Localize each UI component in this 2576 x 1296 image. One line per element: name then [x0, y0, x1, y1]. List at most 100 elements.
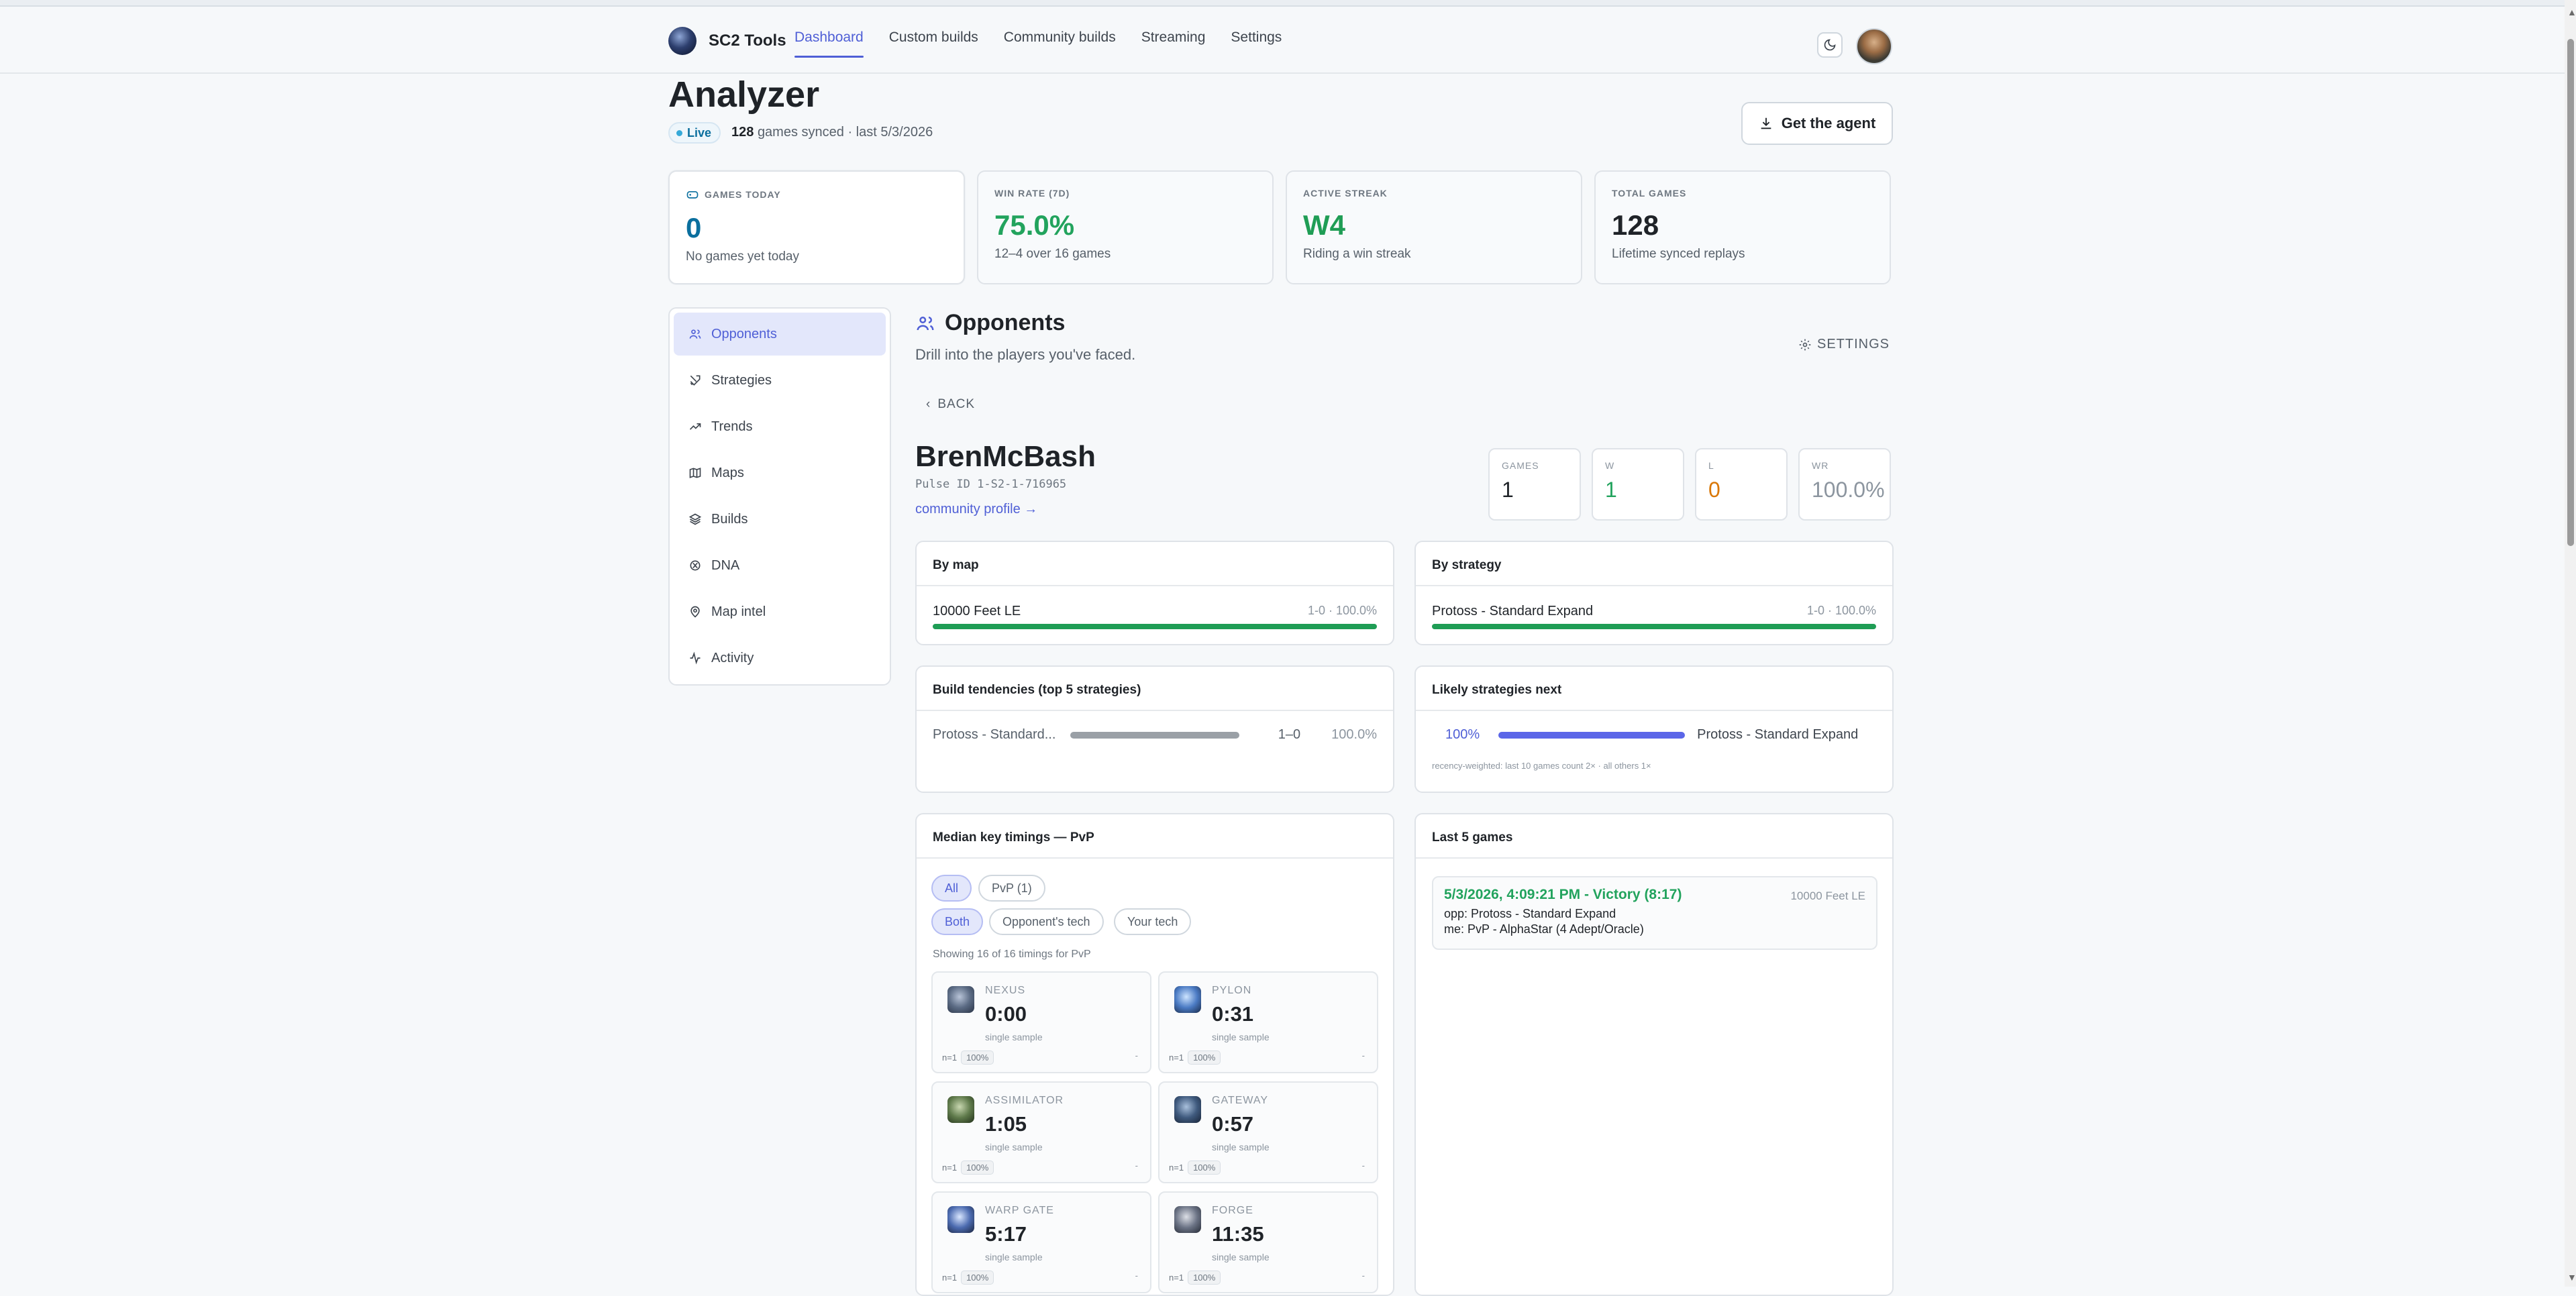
- users-icon: [917, 316, 934, 330]
- timing-name: ASSIMILATOR: [985, 1095, 1064, 1106]
- pulse-id: Pulse ID 1-S2-1-716965: [915, 478, 1067, 491]
- stat-value: 100.0%: [1812, 478, 1885, 502]
- sidebar-item-dna[interactable]: DNA: [674, 544, 886, 587]
- nav-dashboard[interactable]: Dashboard: [794, 30, 864, 58]
- kpi-label: WIN RATE (7D): [994, 188, 1070, 199]
- warp-gate-icon: [947, 1206, 974, 1233]
- timing-sample: single sample: [985, 1032, 1043, 1042]
- stat-label: W: [1605, 460, 1615, 471]
- analyzer-sidebar: Opponents Strategies Trends Maps Builds …: [668, 307, 891, 686]
- timing-tile[interactable]: FORGE 11:35 single sample n=1 100% -: [1158, 1191, 1378, 1293]
- timing-value: 5:17: [985, 1222, 1027, 1246]
- kpi-value: 128: [1612, 209, 1659, 241]
- nav-streaming[interactable]: Streaming: [1141, 30, 1206, 58]
- back-label: BACK: [937, 397, 976, 411]
- tendency-name: Protoss - Standard...: [933, 727, 1056, 742]
- chevron-left-icon: ‹: [926, 397, 931, 411]
- timing-n: n=1: [942, 1052, 958, 1063]
- timing-trend: -: [1361, 1160, 1365, 1171]
- sidebar-item-label: Strategies: [711, 372, 772, 388]
- filter-pvp[interactable]: PvP (1): [978, 875, 1045, 902]
- strategy-name: Protoss - Standard Expand: [1432, 604, 1594, 618]
- stat-value: 1: [1605, 478, 1617, 502]
- timing-tile[interactable]: WARP GATE 5:17 single sample n=1 100% -: [931, 1191, 1151, 1293]
- by-map-row[interactable]: 10000 Feet LE 1-0 · 100.0%: [933, 604, 1377, 619]
- timing-footer: n=1 100%: [942, 1050, 994, 1065]
- nav-community-builds[interactable]: Community builds: [1004, 30, 1116, 58]
- sidebar-item-activity[interactable]: Activity: [674, 637, 886, 680]
- timing-tile[interactable]: PYLON 0:31 single sample n=1 100% -: [1158, 971, 1378, 1073]
- sync-status: 128 games synced · last 5/3/2026: [731, 125, 933, 140]
- timing-tile[interactable]: ASSIMILATOR 1:05 single sample n=1 100% -: [931, 1081, 1151, 1183]
- timing-value: 0:31: [1212, 1002, 1254, 1026]
- nav-settings[interactable]: Settings: [1231, 30, 1282, 58]
- section-title-text: Opponents: [945, 310, 1066, 335]
- users-icon: [689, 329, 701, 339]
- filter-opponent-tech[interactable]: Opponent's tech: [989, 908, 1104, 935]
- timing-tile[interactable]: GATEWAY 0:57 single sample n=1 100% -: [1158, 1081, 1378, 1183]
- stat-label: L: [1708, 460, 1714, 471]
- stat-games: GAMES 1: [1488, 448, 1581, 521]
- stat-win-rate: WR 100.0%: [1798, 448, 1891, 521]
- timing-value: 11:35: [1212, 1222, 1264, 1246]
- nexus-icon: [947, 986, 974, 1013]
- filter-both[interactable]: Both: [931, 908, 984, 935]
- back-button[interactable]: ‹ BACK: [926, 397, 975, 412]
- card-title: Likely strategies next: [1416, 667, 1892, 711]
- by-strategy-row[interactable]: Protoss - Standard Expand 1-0 · 100.0%: [1432, 604, 1876, 619]
- timing-name: PYLON: [1212, 985, 1252, 996]
- timing-footer: n=1 100%: [1169, 1160, 1221, 1175]
- nav-custom-builds[interactable]: Custom builds: [889, 30, 978, 58]
- filter-all[interactable]: All: [931, 875, 972, 902]
- kpi-games-today: GAMES TODAY 0 No games yet today: [668, 170, 965, 284]
- scrollbar-thumb[interactable]: [2567, 39, 2574, 546]
- card-title: Median key timings — PvP: [917, 814, 1393, 859]
- activity-icon: [690, 651, 701, 665]
- section-subtitle: Drill into the players you've faced.: [915, 346, 1136, 363]
- game-map: 10000 Feet LE: [1790, 889, 1865, 902]
- tendency-row[interactable]: Protoss - Standard... 1–0 100.0%: [933, 727, 1377, 743]
- sidebar-item-builds[interactable]: Builds: [674, 498, 886, 541]
- timing-tile[interactable]: NEXUS 0:00 single sample n=1 100% -: [931, 971, 1151, 1073]
- map-icon: [689, 468, 701, 478]
- by-map-card: By map 10000 Feet LE 1-0 · 100.0%: [915, 541, 1394, 645]
- theme-toggle-button[interactable]: [1817, 32, 1843, 58]
- card-title: By strategy: [1416, 542, 1892, 586]
- sidebar-item-trends[interactable]: Trends: [674, 405, 886, 448]
- scroll-down-icon[interactable]: ▼: [2567, 1272, 2576, 1283]
- strategy-record: 1-0 · 100.0%: [1806, 604, 1876, 617]
- likely-name: Protoss - Standard Expand: [1697, 727, 1859, 742]
- stat-value: 1: [1502, 478, 1514, 502]
- download-icon: [1761, 117, 1771, 129]
- stat-value: 0: [1708, 478, 1720, 502]
- sidebar-item-strategies[interactable]: Strategies: [674, 359, 886, 402]
- sidebar-item-opponents[interactable]: Opponents: [674, 313, 886, 356]
- gateway-icon: [1174, 1096, 1201, 1123]
- brand[interactable]: SC2 Tools: [668, 27, 786, 55]
- get-agent-label: Get the agent: [1781, 115, 1876, 131]
- timing-pct: 100%: [961, 1271, 994, 1285]
- sidebar-item-maps[interactable]: Maps: [674, 451, 886, 494]
- sidebar-item-map-intel[interactable]: Map intel: [674, 590, 886, 633]
- page-title: Analyzer: [668, 74, 820, 115]
- build-tendencies-card: Build tendencies (top 5 strategies) Prot…: [915, 665, 1394, 793]
- kpi-active-streak: ACTIVE STREAK W4 Riding a win streak: [1286, 170, 1582, 284]
- user-avatar[interactable]: [1856, 28, 1892, 64]
- timing-pct: 100%: [1188, 1160, 1221, 1175]
- last-games-card: Last 5 games 5/3/2026, 4:09:21 PM - Vict…: [1414, 813, 1894, 1296]
- filter-your-tech[interactable]: Your tech: [1114, 908, 1192, 935]
- pin-icon: [690, 606, 700, 618]
- card-title: Build tendencies (top 5 strategies): [917, 667, 1393, 711]
- game-row[interactable]: 5/3/2026, 4:09:21 PM - Victory (8:17) 10…: [1432, 876, 1877, 950]
- scroll-up-icon[interactable]: ▲: [2567, 7, 2576, 17]
- get-agent-button[interactable]: Get the agent: [1741, 102, 1893, 145]
- timing-footer: n=1 100%: [1169, 1050, 1221, 1065]
- by-strategy-card: By strategy Protoss - Standard Expand 1-…: [1414, 541, 1894, 645]
- timing-footer: n=1 100%: [942, 1271, 994, 1285]
- pylon-icon: [1174, 986, 1201, 1013]
- likely-row[interactable]: 100% Protoss - Standard Expand: [1445, 727, 1876, 743]
- section-title: Opponents: [915, 310, 1065, 336]
- timing-name: NEXUS: [985, 985, 1026, 996]
- section-settings-button[interactable]: SETTINGS: [1798, 337, 1890, 352]
- community-profile-link[interactable]: community profile →: [915, 502, 1037, 517]
